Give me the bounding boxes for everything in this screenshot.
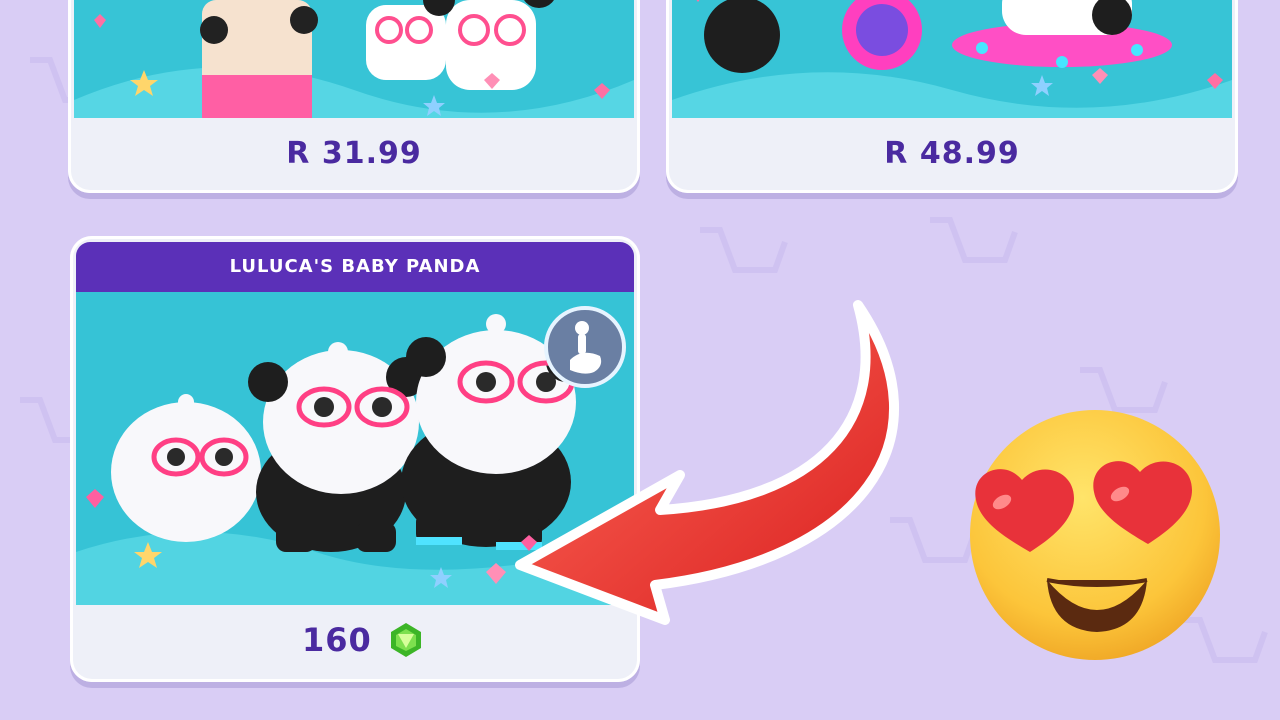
heart-eyes-emoji-icon xyxy=(970,410,1220,660)
